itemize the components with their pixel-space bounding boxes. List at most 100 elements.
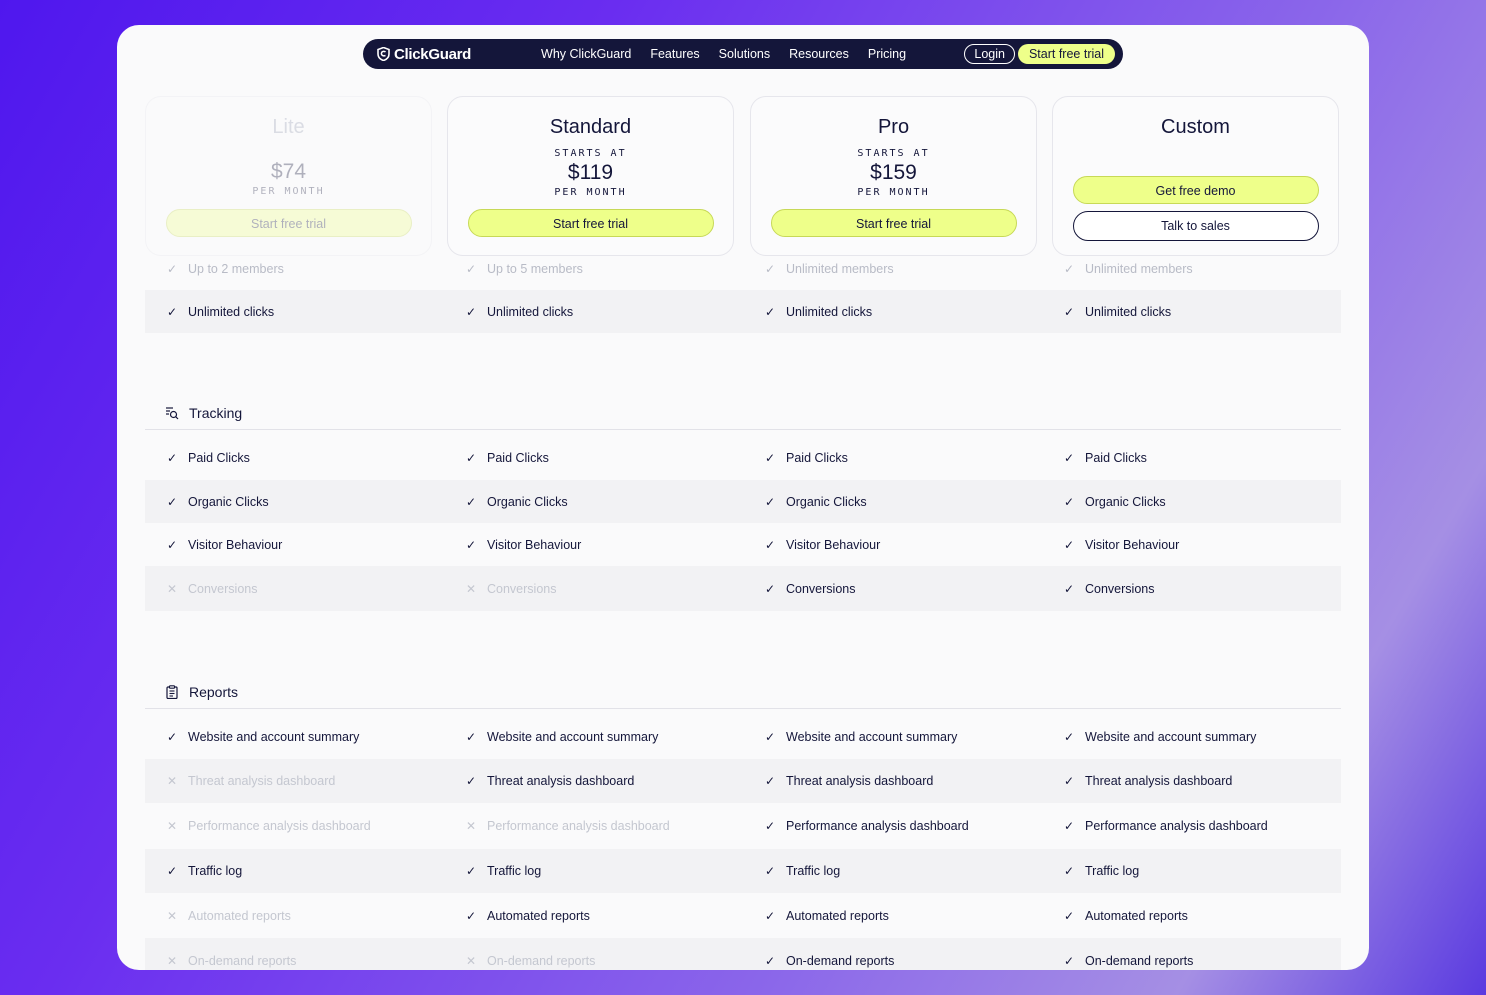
reports-section-header: Reports [145, 675, 1341, 709]
check-icon: ✓ [1064, 819, 1075, 833]
nav-start-trial-button[interactable]: Start free trial [1017, 44, 1115, 64]
check-icon: ✓ [765, 494, 776, 509]
check-icon: ✓ [466, 908, 477, 923]
cell-label: Up to 2 members [188, 262, 284, 276]
check-icon: ✓ [466, 494, 477, 509]
check-icon: ✓ [1064, 864, 1075, 878]
feature-label: Traffic log [786, 864, 841, 878]
check-icon: ✓ [765, 537, 776, 552]
check-icon: ✓ [765, 581, 776, 596]
feature-cell: ✕ Conversions [145, 582, 444, 596]
nav-why-clickguard[interactable]: Why ClickGuard [541, 47, 631, 61]
check-icon: ✓ [167, 304, 178, 319]
check-icon: ✓ [1064, 581, 1075, 596]
plan-starts-at: STARTS AT [857, 148, 930, 159]
feature-cell: ✓ Performance analysis dashboard [1042, 819, 1341, 833]
feature-label: Organic Clicks [786, 494, 867, 509]
check-icon: ✓ [1064, 262, 1075, 276]
feature-label: Threat analysis dashboard [786, 774, 934, 788]
feature-label: Performance analysis dashboard [1085, 819, 1268, 833]
feature-label: Visitor Behaviour [1085, 537, 1180, 552]
cell-label: Unlimited clicks [786, 304, 873, 319]
shield-logo-icon [377, 47, 390, 61]
check-icon: ✓ [466, 304, 477, 319]
check-icon: ✓ [1064, 451, 1075, 465]
feature-label: Traffic log [188, 864, 243, 878]
feature-cell: ✓ Paid Clicks [444, 451, 743, 465]
feature-label: On-demand reports [786, 954, 895, 968]
feature-cell: ✓ Website and account summary [743, 730, 1042, 744]
cell-label: Unlimited clicks [1085, 304, 1172, 319]
feature-label: Automated reports [1085, 908, 1188, 923]
feature-label: On-demand reports [1085, 954, 1194, 968]
check-icon: ✓ [167, 262, 178, 276]
tracking-section-header: Tracking [145, 396, 1341, 430]
plan-price: $74 [270, 160, 307, 183]
cross-icon: ✕ [167, 819, 178, 833]
plan-price: $119 [567, 161, 614, 184]
feature-cell: ✓ Traffic log [444, 864, 743, 878]
cross-icon: ✕ [466, 954, 477, 968]
pro-start-trial-button[interactable]: Start free trial [770, 209, 1017, 237]
feature-cell: ✓ Organic Clicks [145, 495, 444, 509]
check-icon: ✓ [765, 304, 776, 319]
nav-pricing[interactable]: Pricing [868, 47, 906, 61]
feature-label: Conversions [487, 581, 557, 596]
plan-name: Standard [549, 116, 632, 138]
cross-icon: ✕ [167, 581, 178, 596]
feature-label: Organic Clicks [188, 494, 269, 509]
plan-name: Pro [877, 116, 910, 138]
clicks-cell: ✓ Unlimited clicks [1042, 305, 1341, 319]
feature-label: Performance analysis dashboard [188, 819, 371, 833]
cross-icon: ✕ [466, 581, 477, 596]
check-icon: ✓ [765, 864, 776, 878]
brand-logo[interactable]: ClickGuard [377, 46, 471, 63]
standard-start-trial-button[interactable]: Start free trial [467, 209, 714, 237]
feature-cell: ✕ Performance analysis dashboard [145, 819, 444, 833]
check-icon: ✓ [1064, 908, 1075, 923]
check-icon: ✓ [1064, 774, 1075, 788]
members-cell: ✓ Up to 5 members [444, 262, 743, 276]
feature-cell: ✓ Visitor Behaviour [743, 538, 1042, 552]
lite-start-trial-button[interactable]: Start free trial [165, 209, 412, 237]
cell-label: Unlimited clicks [188, 304, 275, 319]
brand-name: ClickGuard [394, 45, 472, 63]
feature-cell: ✕ Threat analysis dashboard [145, 774, 444, 788]
get-free-demo-button[interactable]: Get free demo [1072, 176, 1319, 204]
nav-resources[interactable]: Resources [789, 47, 849, 61]
feature-cell: ✓ Traffic log [1042, 864, 1341, 878]
feature-cell: ✓ Website and account summary [444, 730, 743, 744]
plan-name: Custom [1161, 116, 1230, 138]
section-title: Reports [189, 683, 239, 700]
members-cell: ✓ Up to 2 members [145, 262, 444, 276]
nav-features[interactable]: Features [650, 47, 699, 61]
plan-name: Lite [272, 116, 305, 138]
check-icon: ✓ [167, 730, 178, 744]
feature-cell: ✕ Conversions [444, 582, 743, 596]
feature-cell: ✓ On-demand reports [1042, 954, 1341, 968]
feature-label: Website and account summary [1085, 730, 1257, 744]
login-button[interactable]: Login [964, 44, 1015, 64]
feature-cell: ✓ Threat analysis dashboard [743, 774, 1042, 788]
feature-label: Paid Clicks [786, 451, 848, 465]
clicks-cell: ✓ Unlimited clicks [444, 305, 743, 319]
feature-cell: ✓ Automated reports [743, 909, 1042, 923]
check-icon: ✓ [466, 537, 477, 552]
feature-cell: ✓ Traffic log [145, 864, 444, 878]
feature-row: ✕ Performance analysis dashboard ✕ Performa… [145, 803, 1341, 849]
feature-cell: ✓ Automated reports [444, 909, 743, 923]
feature-row: ✕ On-demand reports ✕ On-demand reports ✓ On-… [145, 938, 1341, 970]
check-icon: ✓ [167, 537, 178, 552]
talk-to-sales-button[interactable]: Talk to sales [1072, 211, 1319, 241]
nav-solutions[interactable]: Solutions [719, 47, 770, 61]
nav-menu: Why ClickGuard Features Solutions Resour… [541, 47, 925, 61]
feature-label: Visitor Behaviour [188, 537, 283, 552]
check-icon: ✓ [765, 451, 776, 465]
feature-label: Website and account summary [188, 730, 360, 744]
check-icon: ✓ [167, 864, 178, 878]
feature-label: Threat analysis dashboard [1085, 774, 1233, 788]
feature-label: Performance analysis dashboard [487, 819, 670, 833]
feature-cell: ✓ Visitor Behaviour [444, 538, 743, 552]
feature-label: Visitor Behaviour [487, 537, 582, 552]
feature-row: ✕ Conversions ✕ Conversions ✓ Conversions ✓ Con… [145, 566, 1341, 611]
